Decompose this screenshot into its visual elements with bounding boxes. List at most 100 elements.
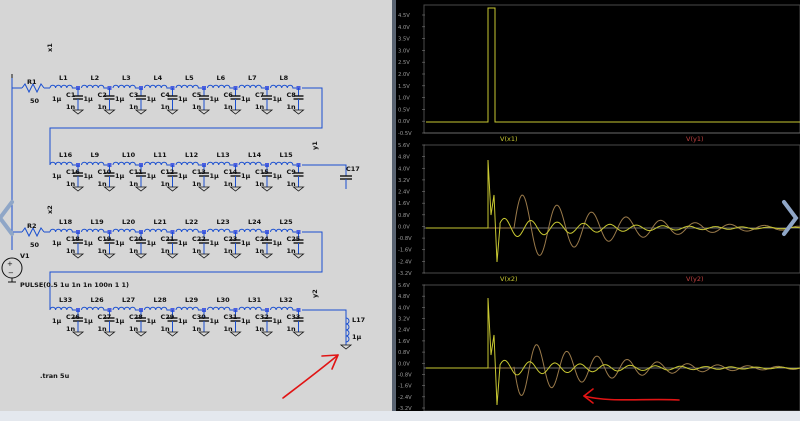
inductor-label: L32 (280, 296, 293, 304)
row4-capacitor-c26[interactable]: C26 1n (66, 310, 85, 337)
row3-capacitor-c25[interactable]: C25 1n (287, 232, 305, 259)
row1-capacitor-c7[interactable]: C7 1n (255, 88, 274, 115)
row1-capacitor-c8[interactable]: C8 1n (287, 88, 305, 115)
ground-symbol (339, 344, 353, 350)
row3-capacitor-c22[interactable]: C22 1n (192, 232, 211, 259)
row4-capacitor-c30[interactable]: C30 1n (192, 310, 211, 337)
v1-label: V1 (20, 252, 30, 260)
pulse-directive[interactable]: PULSE(0.5 1u 1n 1n 100n 1 1) (20, 281, 129, 289)
inductor-value: 1µ (273, 95, 283, 103)
row2-capacitor-c10[interactable]: C10 1n (98, 165, 116, 192)
net-label-x2: x2 (46, 205, 54, 214)
schematic-editor[interactable]: L1 1µ C1 1n L2 1µ C2 1n L3 1µ C3 1n L4 1µ C4 1n L5 1µ C5 1n… (0, 0, 392, 411)
previous-arrow-icon[interactable] (0, 196, 20, 240)
inductor-value: 1µ (115, 239, 125, 247)
row4-capacitor-c31[interactable]: C31 1n (224, 310, 242, 337)
axis-tick-label: 0.8V (398, 213, 410, 219)
inductor-label: L23 (217, 218, 230, 226)
row1-capacitor-c5[interactable]: C5 1n (192, 88, 211, 115)
plot-pane-1[interactable]: 4.5V 4.0V 3.5V 3.0V 2.5V 2.0V 1.5V 1.0V 0.5V 0.0V… (398, 4, 800, 137)
capacitor-label: C1 (66, 91, 76, 99)
row3-capacitor-c21[interactable]: C21 1n (161, 232, 179, 259)
row1-capacitor-c3[interactable]: C3 1n (129, 88, 148, 115)
row4-capacitor-c33[interactable]: C33 1n (287, 310, 305, 337)
capacitor-value: 1n (287, 325, 297, 333)
inductor-label: L18 (59, 218, 73, 226)
row4-capacitor-c32[interactable]: C32 1n (255, 310, 274, 337)
pane2-trace-b-label[interactable]: V(y1) (686, 135, 704, 143)
inductor-value: 1µ (273, 172, 283, 180)
svg-text:−: − (8, 269, 14, 277)
capacitor-label: C5 (192, 91, 202, 99)
row4-capacitor-c29[interactable]: C29 1n (161, 310, 179, 337)
row3-capacitor-c18[interactable]: C18 1n (66, 232, 85, 259)
pane3-trace-b-label[interactable]: V(y2) (686, 275, 704, 283)
capacitor-label: C14 (224, 168, 238, 176)
schematic-canvas[interactable]: L1 1µ C1 1n L2 1µ C2 1n L3 1µ C3 1n L4 1µ C4 1n L5 1µ C5 1n… (0, 0, 392, 411)
row2-capacitor-c14[interactable]: C14 1n (224, 165, 242, 192)
row1-capacitor-c2[interactable]: C2 1n (98, 88, 116, 115)
pane3-trace-a-label[interactable]: V(x2) (500, 275, 518, 283)
net-label-y2: y2 (311, 289, 319, 298)
capacitor-value: 1n (98, 325, 108, 333)
inductor-value: 1µ (241, 317, 251, 325)
row3-capacitor-c19[interactable]: C19 1n (98, 232, 116, 259)
capacitor-value: 1n (287, 103, 297, 111)
inductor-label: L33 (59, 296, 72, 304)
row2-capacitor-c12[interactable]: C12 1n (161, 165, 179, 192)
capacitor-label: C23 (224, 235, 238, 243)
row4-capacitor-c28[interactable]: C28 1n (129, 310, 148, 337)
row2-capacitor-c11[interactable]: C11 1n (129, 165, 148, 192)
inductor-value: 1µ (241, 172, 251, 180)
row3-capacitor-c23[interactable]: C23 1n (224, 232, 242, 259)
r2-label: R2 (27, 222, 37, 230)
plot-pane-3[interactable]: 5.6V 4.8V 4.0V 3.2V 2.4V 1.6V 0.8V 0.0V -0.8V -1.… (398, 275, 800, 412)
inductor-label: L25 (280, 218, 294, 226)
row3-capacitor-c20[interactable]: C20 1n (129, 232, 148, 259)
inductor-value: 1µ (178, 172, 188, 180)
voltage-source-v1[interactable]: + − (1, 257, 23, 283)
pane3-vx2-trace (426, 297, 800, 406)
waveform-viewer[interactable]: 4.5V 4.0V 3.5V 3.0V 2.5V 2.0V 1.5V 1.0V 0.5V 0.0V… (396, 0, 800, 412)
capacitor-label: C13 (192, 168, 206, 176)
inductor-label: L9 (91, 151, 100, 159)
inductor-value: 1µ (210, 95, 220, 103)
capacitor-value: 1n (66, 325, 76, 333)
inductor-label: L8 (280, 74, 289, 82)
schematic-parts[interactable]: L1 1µ C1 1n L2 1µ C2 1n L3 1µ C3 1n L4 1µ C4 1n L5 1µ C5 1n… (11, 74, 353, 350)
capacitor-value: 1n (255, 103, 265, 111)
row1-capacitor-c6[interactable]: C6 1n (224, 88, 242, 115)
capacitor-value: 1n (255, 180, 265, 188)
capacitor-value: 1n (98, 247, 108, 255)
inductor-label: L31 (248, 296, 262, 304)
row1-capacitor-c1[interactable]: C1 1n (66, 88, 85, 115)
waveform-canvas[interactable]: 4.5V 4.0V 3.5V 3.0V 2.5V 2.0V 1.5V 1.0V 0.5V 0.0V… (396, 0, 800, 412)
next-arrow-icon[interactable] (776, 196, 800, 240)
capacitor-value: 1n (192, 180, 202, 188)
row1-capacitor-c4[interactable]: C4 1n (161, 88, 179, 115)
inductor-value: 1µ (147, 317, 157, 325)
row2-capacitor-c16[interactable]: C16 1n (66, 165, 85, 192)
capacitor-label: C6 (224, 91, 234, 99)
row4-capacitor-c27[interactable]: C27 1n (98, 310, 116, 337)
pane3-axis-ticks: 5.6V 4.8V 4.0V 3.2V 2.4V 1.6V 0.8V 0.0V -0.8V -1.… (398, 283, 425, 412)
axis-tick-label: 4.8V (398, 155, 410, 161)
inductor-label: L13 (217, 151, 230, 159)
inductor-value: 1µ (210, 317, 220, 325)
r1-value: 50 (30, 97, 40, 105)
row2-capacitor-c15[interactable]: C15 1n (255, 165, 274, 192)
pane2-trace-a-label[interactable]: V(x1) (500, 135, 518, 143)
capacitor-value: 1n (224, 325, 234, 333)
capacitor-value: 1n (66, 103, 76, 111)
row2-capacitor-c13[interactable]: C13 1n (192, 165, 211, 192)
axis-tick-label: 4.0V (398, 25, 410, 31)
axis-tick-label: -1.6V (398, 384, 412, 390)
plot-pane-2[interactable]: 5.6V 4.8V 4.0V 3.2V 2.4V 1.6V 0.8V 0.0V -0.8V -1.… (398, 135, 800, 277)
inductor-label: L16 (59, 151, 73, 159)
tran-directive[interactable]: .tran 5u (40, 372, 70, 380)
row2-capacitor-c9[interactable]: C9 1n (287, 165, 305, 192)
axis-tick-label: 2.4V (398, 190, 410, 196)
capacitor-value: 1n (255, 247, 265, 255)
capacitor-label: C25 (287, 235, 301, 243)
row3-capacitor-c24[interactable]: C24 1n (255, 232, 274, 259)
